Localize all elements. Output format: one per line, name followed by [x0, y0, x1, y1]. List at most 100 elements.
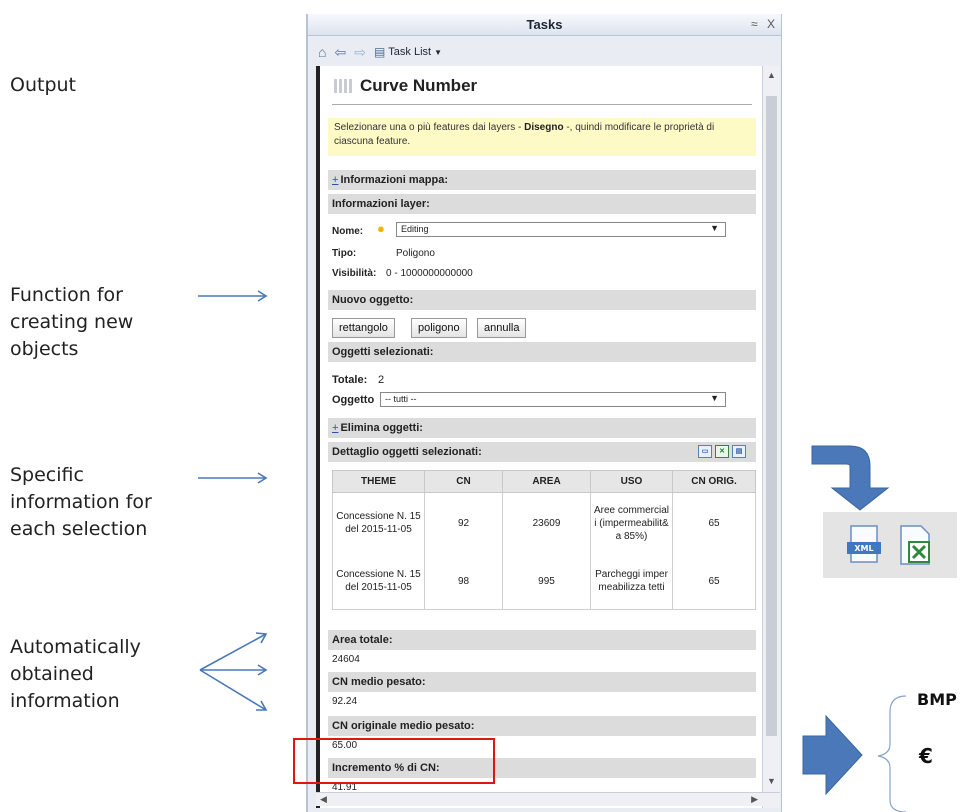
column-header-cn-orig: CN ORIG.: [672, 470, 756, 493]
task-list-label: Task List: [388, 46, 432, 58]
big-right-arrow: [802, 714, 863, 796]
table-header-row: THEME CN AREA USO CN ORIG.: [332, 470, 756, 493]
selected-total-label: Totale:: [332, 374, 368, 386]
layer-name-value: Editing: [401, 224, 429, 234]
column-header-area: AREA: [502, 470, 591, 493]
notice-text-1: Selezionare una o più features dai layer…: [334, 122, 525, 133]
section-new-object: Nuovo oggetto:: [328, 290, 756, 310]
cancel-button[interactable]: annulla: [477, 318, 527, 338]
specific-info-label: Specific information for each selection: [10, 464, 152, 540]
title-bars-icon: [334, 79, 352, 93]
bent-arrow: [811, 445, 890, 511]
object-select-value: -- tutti --: [385, 394, 417, 404]
scroll-up-icon[interactable]: ▲: [767, 70, 776, 80]
expand-map-info[interactable]: +: [332, 174, 338, 186]
section-selected: Oggetti selezionati:: [328, 342, 756, 362]
polygon-button[interactable]: poligono: [411, 318, 467, 338]
vertical-scrollbar[interactable]: ▲ ▼: [762, 66, 780, 808]
section-new-object-label: Nuovo oggetto:: [332, 294, 414, 306]
selected-objects-table: THEME CN AREA USO CN ORIG. Concessione N…: [332, 470, 756, 610]
section-total-area: Area totale:: [328, 630, 756, 650]
svg-text:XML: XML: [854, 544, 873, 553]
xml-export-icon[interactable]: ▭: [698, 445, 712, 458]
scroll-thumb[interactable]: [766, 96, 777, 736]
auto-info-label: Automatically obtained information: [10, 636, 141, 712]
chevron-down-icon: ▼: [710, 223, 719, 233]
chevron-down-icon: ▼: [710, 393, 719, 403]
task-panel: Curve Number Selezionare una o più featu…: [316, 66, 762, 808]
tasks-window: Tasks ≈ X ⌂ ⇦ ⇨ ▤ Task List ▼ Curve Numb…: [306, 14, 782, 812]
notice-bold: Disegno: [524, 122, 564, 133]
scroll-right-icon[interactable]: ▶: [751, 794, 758, 805]
cell-cn: 98: [424, 553, 503, 610]
forward-arrow-icon[interactable]: ⇨: [354, 44, 366, 61]
object-label: Oggetto: [332, 394, 375, 406]
window-titlebar[interactable]: Tasks ≈ X: [308, 14, 781, 36]
list-icon: ▤: [373, 45, 386, 59]
bmp-label: BMP: [917, 690, 957, 709]
arrow-auto-2-head: [257, 664, 268, 676]
export-toolbar: ▭ ✕ ▤: [698, 445, 746, 458]
section-selected-label: Oggetti selezionati:: [332, 346, 434, 358]
cn-weighted-value: 92.24: [332, 696, 358, 707]
section-layer-info: Informazioni layer:: [328, 194, 756, 214]
cell-theme: Concessione N. 15 del 2015-11-05: [332, 553, 425, 610]
page-title: Curve Number: [334, 76, 477, 96]
layer-name-select[interactable]: Editing ▼: [396, 222, 726, 237]
table-row[interactable]: Concessione N. 15 del 2015-11-05 92 2360…: [332, 492, 756, 554]
euro-symbol: €: [919, 744, 933, 768]
section-cn-orig-weighted: CN originale medio pesato:: [328, 716, 756, 736]
chevron-down-icon: ▼: [434, 47, 442, 57]
xml-export-icon: XML: [847, 524, 883, 566]
object-select[interactable]: -- tutti -- ▼: [380, 392, 726, 407]
layer-visibility-label: Visibilità:: [332, 268, 377, 279]
cell-area: 995: [502, 553, 591, 610]
new-object-buttons: rettangolo poligono annulla: [332, 318, 542, 340]
title-divider: [332, 104, 752, 105]
layer-type-value: Poligono: [396, 248, 435, 259]
excel-export-icon[interactable]: ✕: [715, 445, 729, 458]
arrow-auto-3: [199, 669, 267, 711]
excel-export-icon: [897, 524, 933, 566]
cell-theme: Concessione N. 15 del 2015-11-05: [332, 492, 425, 554]
print-icon[interactable]: ▤: [732, 445, 746, 458]
export-icons-zoom: XML: [823, 512, 957, 578]
rectangle-button[interactable]: rettangolo: [332, 318, 395, 338]
bulb-icon: ●: [377, 221, 385, 236]
instruction-notice: Selezionare una o più features dai layer…: [328, 118, 756, 156]
cell-uso: Parcheggi impermeabilizza tetti: [590, 553, 673, 610]
collapse-icon[interactable]: ≈: [751, 17, 758, 31]
section-map-info[interactable]: + Informazioni mappa:: [328, 170, 756, 190]
output-label: Output: [10, 74, 76, 96]
column-header-theme: THEME: [332, 470, 425, 493]
scroll-left-icon[interactable]: ◀: [320, 794, 327, 805]
close-icon[interactable]: X: [767, 17, 775, 31]
expand-delete[interactable]: +: [332, 422, 338, 434]
task-list-dropdown[interactable]: ▤ Task List ▼: [374, 45, 442, 59]
section-cn-weighted: CN medio pesato:: [328, 672, 756, 692]
section-layer-info-label: Informazioni layer:: [332, 198, 430, 210]
layer-name-label: Nome:: [332, 226, 364, 237]
arrow-auto-1-head: [255, 632, 268, 644]
section-total-area-label: Area totale:: [332, 634, 393, 646]
cell-cn-orig: 65: [672, 492, 756, 554]
window-title: Tasks: [526, 17, 563, 32]
curly-brace: [877, 695, 907, 812]
section-detail: Dettaglio oggetti selezionati: ▭ ✕ ▤: [328, 442, 756, 462]
scroll-down-icon[interactable]: ▼: [767, 776, 776, 786]
section-delete-label: Elimina oggetti:: [340, 422, 423, 434]
back-arrow-icon[interactable]: ⇦: [334, 44, 346, 61]
section-delete[interactable]: + Elimina oggetti:: [328, 418, 756, 438]
home-icon[interactable]: ⌂: [318, 44, 326, 60]
column-header-cn: CN: [424, 470, 503, 493]
table-row[interactable]: Concessione N. 15 del 2015-11-05 98 995 …: [332, 553, 756, 610]
arrow-auto-3-head: [256, 700, 268, 711]
cell-cn-orig: 65: [672, 553, 756, 610]
section-cn-orig-weighted-label: CN originale medio pesato:: [332, 720, 475, 732]
horizontal-scrollbar[interactable]: ◀ ▶: [316, 792, 780, 806]
cell-cn: 92: [424, 492, 503, 554]
cell-area: 23609: [502, 492, 591, 554]
section-detail-label: Dettaglio oggetti selezionati:: [332, 446, 482, 458]
cell-uso: Aree commerciali (impermeabilit&a 85%): [590, 492, 673, 554]
selected-total-value: 2: [378, 374, 385, 386]
